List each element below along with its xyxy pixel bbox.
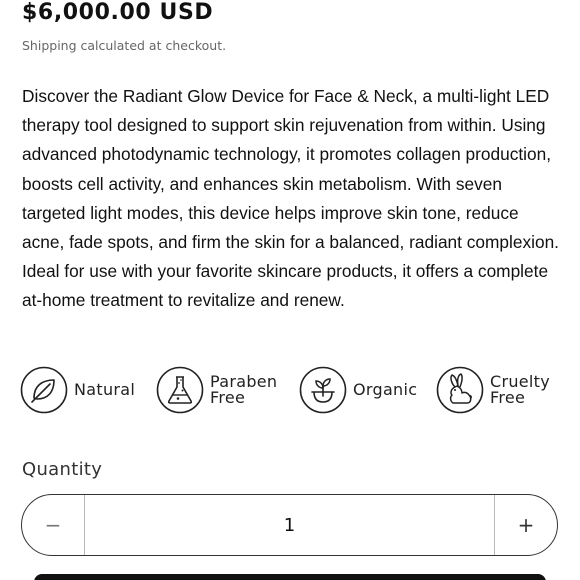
badge-cruelty-free: Cruelty Free: [436, 364, 550, 416]
badge-paraben-free: Paraben Free: [156, 364, 277, 416]
badge-organic-line1: Organic: [353, 380, 418, 399]
badge-organic: Organic: [299, 364, 417, 416]
badge-organic-label: Organic: [353, 382, 417, 398]
badge-natural: Natural: [20, 364, 135, 416]
shipping-note: Shipping calculated at checkout.: [22, 38, 227, 53]
badge-natural-line1: Natural: [74, 380, 136, 399]
product-price: $6,000.00 USD: [22, 0, 214, 25]
badge-paraben-line2: Free: [210, 388, 246, 407]
quantity-stepper: − 1 +: [21, 494, 558, 556]
badge-natural-label: Natural: [74, 382, 135, 398]
badge-cruelty-free-label: Cruelty Free: [490, 374, 550, 406]
flask-icon: [156, 366, 204, 414]
increment-button[interactable]: +: [494, 495, 557, 555]
plant-icon: [299, 366, 347, 414]
product-description: Discover the Radiant Glow Device for Fac…: [22, 86, 559, 311]
badge-paraben-free-label: Paraben Free: [210, 374, 277, 406]
minus-icon: −: [44, 513, 62, 537]
quantity-input[interactable]: 1: [85, 495, 494, 555]
add-to-cart-button[interactable]: [34, 574, 546, 580]
badge-cruelty-line2: Free: [490, 388, 526, 407]
plus-icon: +: [517, 513, 535, 537]
decrement-button[interactable]: −: [22, 495, 85, 555]
quantity-label: Quantity: [22, 459, 103, 480]
product-page: $6,000.00 USD Shipping calculated at che…: [0, 0, 580, 580]
product-badges: Natural Paraben Free Organic Cruelty Fre…: [20, 364, 565, 416]
leaf-icon: [20, 366, 68, 414]
rabbit-icon: [436, 366, 484, 414]
